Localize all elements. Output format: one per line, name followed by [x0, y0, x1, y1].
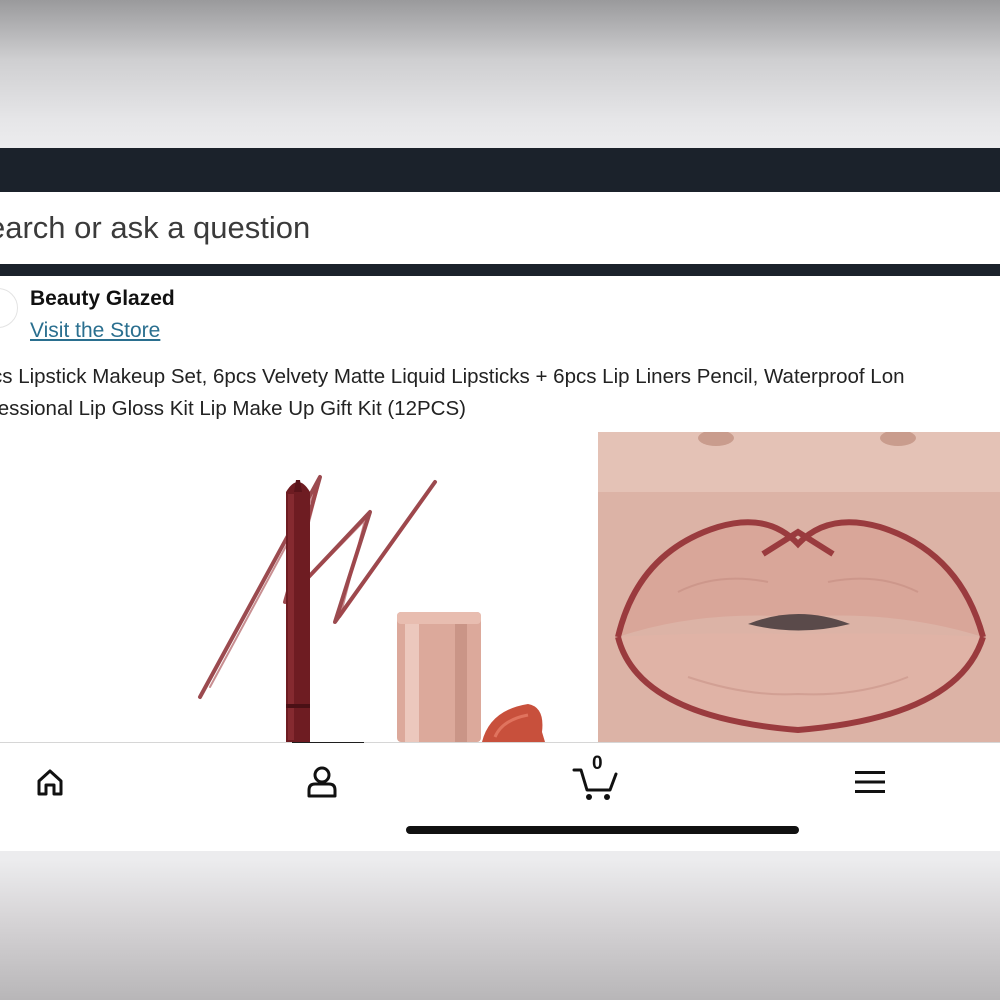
- store-logo[interactable]: [0, 288, 18, 328]
- product-image-lip-liner[interactable]: [150, 432, 590, 742]
- menu-icon: [855, 771, 885, 793]
- cart-count-badge: 0: [592, 753, 603, 774]
- app-screen: earch or ask a question Beauty Glazed Vi…: [0, 148, 1000, 851]
- product-title-line-1: cs Lipstick Makeup Set, 6pcs Velvety Mat…: [0, 365, 905, 388]
- home-indicator-bar[interactable]: [406, 826, 799, 834]
- nav-account-button[interactable]: [292, 757, 352, 807]
- header-bar: [0, 148, 1000, 192]
- search-input[interactable]: earch or ask a question: [0, 210, 310, 246]
- nav-menu-button[interactable]: [840, 757, 900, 807]
- product-title-line-2: fessional Lip Gloss Kit Lip Make Up Gift…: [0, 397, 466, 420]
- home-icon: [37, 769, 63, 796]
- product-image-gallery[interactable]: [0, 432, 1000, 742]
- bottom-navigation: 0: [0, 743, 1000, 851]
- product-image-lips[interactable]: [598, 432, 1000, 742]
- header-bar-bottom: [0, 264, 1000, 276]
- visit-store-link[interactable]: Visit the Store: [30, 319, 160, 343]
- brand-name: Beauty Glazed: [30, 287, 175, 310]
- search-bar[interactable]: earch or ask a question: [0, 192, 1000, 264]
- account-icon: [307, 766, 337, 798]
- nav-home-button[interactable]: [20, 757, 80, 807]
